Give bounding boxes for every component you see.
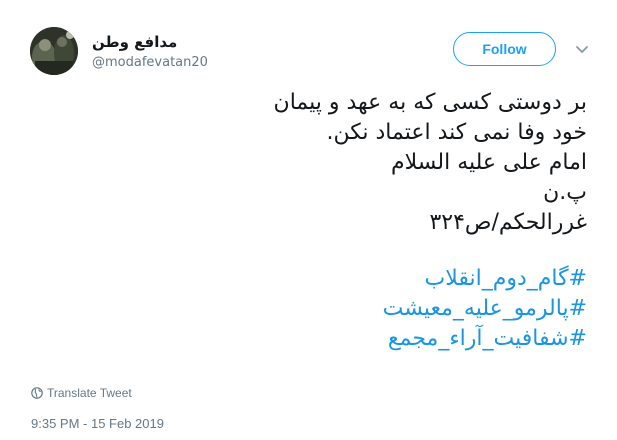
author-screen-name[interactable]: @modafevatan20: [92, 55, 208, 70]
tweet-text: بر دوستی کسی که به عهد و پیمان خود وفا ن…: [47, 88, 587, 354]
tweet-line: بر دوستی کسی که به عهد و پیمان: [273, 90, 587, 115]
tweet-line: خود وفا نمی کند اعتماد نکن.: [326, 120, 587, 145]
hashtag-link[interactable]: #شفافیت_آراء_مجمع: [47, 324, 587, 354]
avatar[interactable]: [30, 27, 78, 75]
tweet-timestamp[interactable]: 9:35 PM - 15 Feb 2019: [31, 416, 164, 431]
hashtag-link[interactable]: #پالرمو_علیه_معیشت: [47, 294, 587, 324]
tweet-line: پ.ن: [543, 180, 587, 205]
hashtag-link[interactable]: #گام_دوم_انقلاب: [47, 264, 587, 294]
author-display-name[interactable]: مدافع وطن: [92, 33, 177, 51]
globe-icon: [31, 387, 43, 399]
follow-button[interactable]: Follow: [453, 32, 556, 66]
chevron-down-icon[interactable]: [574, 41, 590, 57]
tweet-line: غررالحکم/ص۳۲۴: [429, 210, 587, 235]
tweet-card: مدافع وطن @modafevatan20 Follow بر دوستی…: [0, 0, 617, 440]
translate-tweet-link[interactable]: Translate Tweet: [31, 386, 132, 400]
tweet-line: امام علی علیه السلام: [391, 150, 587, 175]
avatar-image: [30, 27, 78, 75]
translate-label: Translate Tweet: [47, 386, 132, 400]
